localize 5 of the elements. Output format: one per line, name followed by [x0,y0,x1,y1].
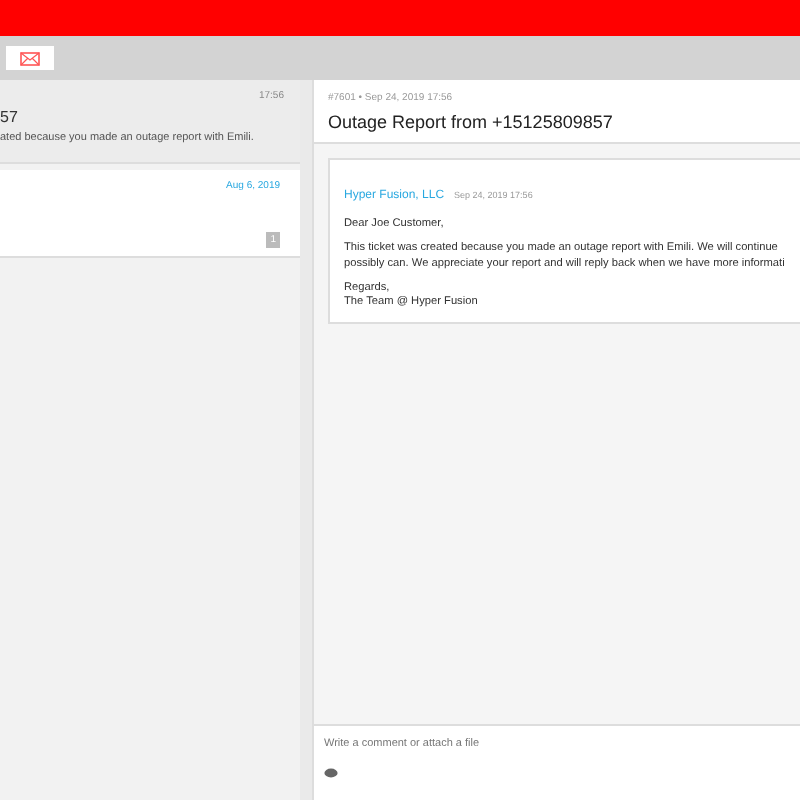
ticket-title: 57 [0,108,20,126]
envelope-icon [20,51,40,65]
scrollbar[interactable] [300,80,314,800]
ticket-title: Outage Report from +15125809857 [328,112,615,132]
email-button[interactable] [6,46,54,70]
